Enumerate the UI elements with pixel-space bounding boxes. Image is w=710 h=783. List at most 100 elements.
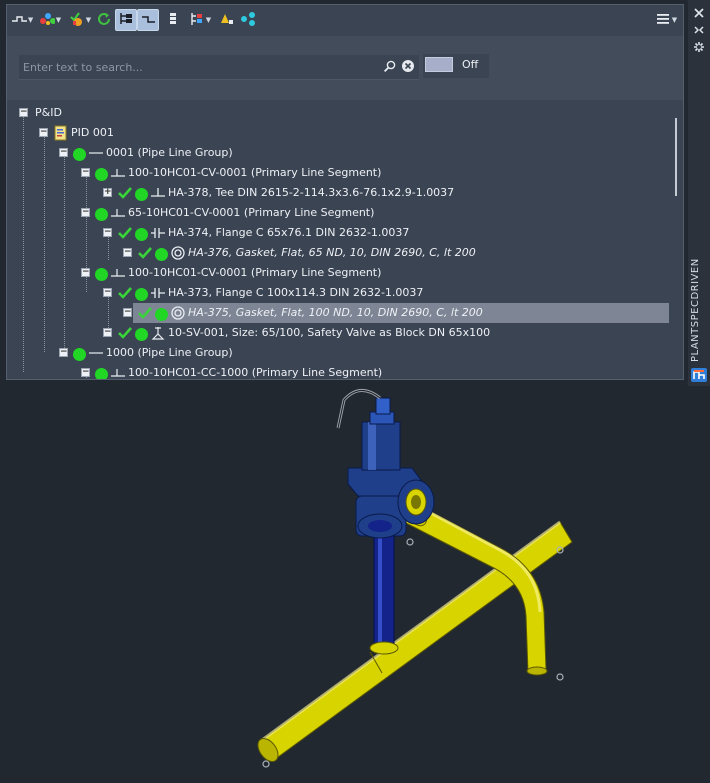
collapse-icon[interactable]: − — [59, 348, 68, 357]
collapse-icon[interactable]: − — [103, 228, 112, 237]
tree-node[interactable]: − HA-373, Flange C 100x114.3 DIN 2632-1.0… — [7, 283, 669, 303]
tree-node-label: HA-374, Flange C 65x76.1 DIN 2632-1.0037 — [168, 226, 410, 239]
chevron-down-icon: ▼ — [55, 16, 62, 24]
line-group-icon — [88, 145, 104, 164]
tree-node[interactable]: − HA-375, Gasket, Flat, 100 ND, 10, DIN 2… — [7, 303, 669, 323]
close-icon[interactable] — [694, 8, 704, 21]
tree-node[interactable]: − 1000 (Pipe Line Group) — [7, 343, 669, 363]
connect-nodes-button[interactable] — [239, 9, 257, 31]
warning-sort-button[interactable] — [215, 9, 235, 31]
tree-node-label: HA-375, Gasket, Flat, 100 ND, 10, DIN 26… — [188, 306, 483, 319]
grouping-button[interactable]: ▼ — [187, 9, 213, 31]
model-viewport[interactable] — [0, 386, 710, 780]
validate-filter-button[interactable]: ▼ — [67, 9, 93, 31]
line-group-icon — [88, 345, 104, 364]
flange-icon — [150, 225, 166, 244]
tree-node-label: 10-SV-001, Size: 65/100, Safety Valve as… — [168, 326, 491, 339]
gasket-icon — [170, 305, 186, 324]
tree-node-label: HA-378, Tee DIN 2615-2-114.3x3.6-76.1x2.… — [168, 186, 455, 199]
collapse-icon[interactable]: − — [39, 128, 48, 137]
status-dot-icon — [73, 148, 86, 161]
tree-node[interactable]: − 0001 (Pipe Line Group) — [7, 143, 669, 163]
status-dot-icon — [155, 308, 168, 321]
toggle-label: Off — [462, 58, 479, 71]
tree-node[interactable]: − 65-10HC01-CV-0001 (Primary Line Segment… — [7, 203, 669, 223]
blue-riser-pipe[interactable] — [369, 535, 399, 655]
line-type-icon — [11, 11, 27, 30]
status-dot-icon — [95, 168, 108, 181]
tee-icon — [150, 185, 166, 204]
gasket-icon — [170, 245, 186, 264]
line-segment-icon — [110, 365, 126, 379]
tree-node-label: 0001 (Pipe Line Group) — [106, 146, 233, 159]
tree-node-label: P&ID — [35, 106, 62, 119]
chevron-down-icon: ▼ — [205, 16, 212, 24]
pid-document-icon — [53, 125, 69, 144]
vertical-scrollbar[interactable] — [669, 100, 683, 379]
collapse-icon[interactable]: − — [123, 248, 132, 257]
status-dot-icon — [135, 228, 148, 241]
panel-menu-button[interactable]: ▼ — [653, 9, 679, 31]
collapse-icon[interactable]: − — [81, 268, 90, 277]
status-dot-icon — [73, 348, 86, 361]
connect-nodes-icon — [240, 11, 256, 30]
tree-node[interactable]: − 100-10HC01-CV-0001 (Primary Line Segmen… — [7, 263, 669, 283]
collapse-icon[interactable]: − — [81, 168, 90, 177]
status-dot-icon — [135, 288, 148, 301]
tree-structure-icon — [118, 11, 134, 30]
refresh-icon — [96, 11, 112, 30]
tree-node[interactable]: − PID 001 — [7, 123, 669, 143]
color-nodes-button[interactable]: ▼ — [37, 9, 63, 31]
main-pipe[interactable] — [254, 520, 573, 768]
tree-node[interactable]: − 100-10HC01-CC-1000 (Primary Line Segmen… — [7, 363, 669, 379]
expand-icon[interactable]: + — [103, 188, 112, 197]
collapse-icon[interactable]: − — [59, 148, 68, 157]
app-logo-icon[interactable] — [691, 368, 707, 385]
tree-node[interactable]: − 10-SV-001, Size: 65/100, Safety Valve a… — [7, 323, 669, 343]
tree-node[interactable]: − HA-374, Flange C 65x76.1 DIN 2632-1.003… — [7, 223, 669, 243]
toolbar: ▼ ▼ ▼ ▼ ▼ — [7, 5, 683, 35]
tree-structure-button[interactable] — [115, 9, 137, 31]
tree-node[interactable]: − P&ID — [7, 103, 669, 123]
scrollbar-thumb[interactable] — [675, 118, 677, 196]
search-icon[interactable] — [383, 59, 397, 76]
status-dot-icon — [95, 268, 108, 281]
tree-node-label: 1000 (Pipe Line Group) — [106, 346, 233, 359]
chevron-down-icon: ▼ — [671, 16, 678, 24]
tree-node-label: HA-376, Gasket, Flat, 65 ND, 10, DIN 269… — [188, 246, 476, 259]
line-type-button[interactable]: ▼ — [11, 9, 33, 31]
chevron-down-icon: ▼ — [27, 16, 34, 24]
safety-valve-icon — [150, 325, 166, 344]
safety-valve[interactable] — [336, 389, 435, 546]
segment-line-button[interactable] — [137, 9, 159, 31]
tree-node-label: 100-10HC01-CC-1000 (Primary Line Segment… — [128, 366, 383, 379]
segment-line-icon — [140, 11, 156, 30]
validated-check-icon — [117, 185, 133, 204]
auto-hide-icon[interactable] — [694, 25, 704, 38]
palette-title: PLANTSPECDRIVEN — [690, 258, 701, 362]
status-dot-icon — [135, 328, 148, 341]
tree-node[interactable]: + HA-378, Tee DIN 2615-2-114.3x3.6-76.1x2… — [7, 183, 669, 203]
tree-node[interactable]: − HA-376, Gasket, Flat, 65 ND, 10, DIN 26… — [7, 243, 669, 263]
tree-node-label: 100-10HC01-CV-0001 (Primary Line Segment… — [128, 166, 382, 179]
tree-node-label: 65-10HC01-CV-0001 (Primary Line Segment) — [128, 206, 375, 219]
clear-icon[interactable] — [401, 59, 415, 76]
tree-node[interactable]: − 100-10HC01-CV-0001 (Primary Line Segmen… — [7, 163, 669, 183]
line-segment-icon — [110, 265, 126, 284]
toggle-switch[interactable]: Off — [423, 54, 489, 78]
collapse-icon[interactable]: − — [123, 308, 132, 317]
chevron-down-icon: ▼ — [85, 16, 92, 24]
collapse-icon[interactable]: − — [103, 288, 112, 297]
refresh-button[interactable] — [95, 9, 113, 31]
properties-icon[interactable] — [693, 41, 705, 56]
search-input[interactable] — [23, 55, 373, 79]
collapse-icon[interactable]: − — [81, 368, 90, 377]
collapse-icon[interactable]: − — [103, 328, 112, 337]
column-icon — [166, 11, 182, 30]
collapse-icon[interactable]: − — [81, 208, 90, 217]
column-button[interactable] — [165, 9, 183, 31]
collapse-icon[interactable]: − — [19, 108, 28, 117]
search-row: Off — [7, 36, 683, 100]
validate-filter-icon — [69, 11, 85, 30]
validated-check-icon — [137, 245, 153, 264]
